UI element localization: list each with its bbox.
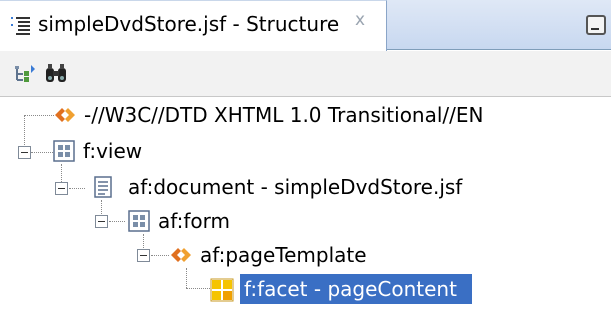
template-icon <box>170 244 192 266</box>
tree-node-label: -//W3C//DTD XHTML 1.0 Transitional//EN <box>84 103 484 127</box>
tree-connector <box>109 221 125 222</box>
component-icon <box>53 140 75 162</box>
collapse-toggle[interactable] <box>95 215 108 228</box>
collapse-toggle[interactable] <box>55 182 68 195</box>
facet-icon <box>210 278 234 302</box>
tree-node-label: af:pageTemplate <box>200 243 367 267</box>
collapse-toggle[interactable] <box>137 249 150 262</box>
tree-node-view[interactable]: f:view <box>53 136 173 168</box>
close-icon[interactable]: x <box>355 10 365 30</box>
collapse-toggle[interactable] <box>18 146 31 159</box>
tree-node-doctype[interactable]: -//W3C//DTD XHTML 1.0 Transitional//EN <box>54 100 514 132</box>
component-icon <box>128 210 150 232</box>
tree-connector <box>69 188 85 189</box>
tree-node-label: af:form <box>158 209 230 233</box>
tree-connector <box>24 115 54 116</box>
binoculars-icon[interactable] <box>44 62 68 86</box>
toolbar <box>0 51 611 97</box>
structure-icon <box>10 15 32 37</box>
tab-structure[interactable]: simpleDvdStore.jsf - Structure x <box>0 0 387 51</box>
tree-connector <box>31 152 53 153</box>
sync-with-editor-icon[interactable] <box>13 62 37 86</box>
tree-node-label: af:document - simpleDvdStore.jsf <box>128 175 463 199</box>
tree-connector <box>186 288 210 289</box>
tree-node-facet[interactable]: f:facet - pageContent <box>210 274 475 306</box>
tab-bar: simpleDvdStore.jsf - Structure x <box>0 0 611 51</box>
structure-tree: -//W3C//DTD XHTML 1.0 Transitional//EN f… <box>0 98 611 314</box>
doctype-icon <box>54 104 76 126</box>
tree-node-label: f:facet - pageContent <box>244 277 457 301</box>
tree-node-document[interactable]: af:document - simpleDvdStore.jsf <box>92 172 492 204</box>
document-icon <box>92 176 114 198</box>
tree-connector <box>151 255 169 256</box>
tree-node-page-template[interactable]: af:pageTemplate <box>170 240 410 272</box>
tree-node-label: f:view <box>83 139 143 163</box>
minimize-button[interactable] <box>586 15 606 35</box>
tree-node-form[interactable]: af:form <box>128 206 268 238</box>
tab-title: simpleDvdStore.jsf - Structure <box>38 12 340 36</box>
structure-window: simpleDvdStore.jsf - Structure x -//W3C/… <box>0 0 611 314</box>
